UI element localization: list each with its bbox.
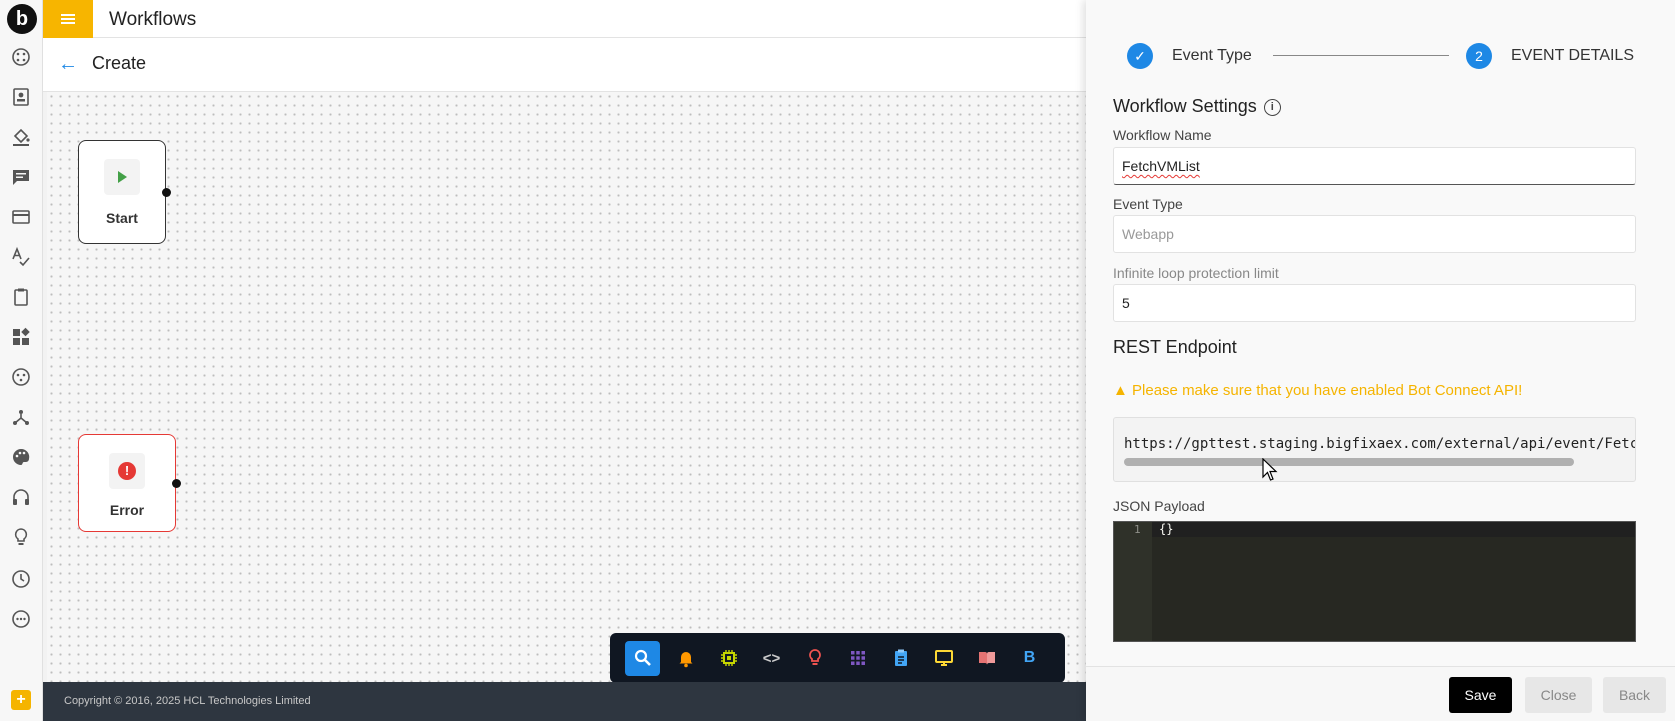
chat-icon[interactable] [10,166,32,188]
monitor-icon[interactable] [926,641,961,676]
chip-icon[interactable] [711,641,746,676]
b-icon[interactable]: B [1012,641,1047,676]
step-label: Event Type [1172,47,1252,64]
network-icon[interactable] [10,406,32,428]
card-icon[interactable] [10,206,32,228]
back-arrow-icon[interactable]: ← [58,53,78,76]
workflow-canvas[interactable]: Start ! Error [47,92,1088,682]
spellcheck-icon[interactable] [10,246,32,268]
error-node[interactable]: ! Error [78,434,181,532]
start-output-port[interactable] [162,188,171,197]
workflow-settings-title: Workflow Settings i [1113,96,1281,117]
hamburger-icon [61,14,75,24]
paint-bucket-icon[interactable] [10,126,32,148]
save-button[interactable]: Save [1449,677,1512,713]
clock-icon[interactable] [10,568,32,590]
footer: Copyright © 2016, 2025 HCL Technologies … [43,682,1088,721]
json-payload-label: JSON Payload [1113,498,1205,514]
menu-button[interactable] [43,0,93,38]
loop-limit-label: Infinite loop protection limit [1113,265,1279,281]
more-circle-icon[interactable] [10,608,32,630]
logo-icon[interactable]: b [7,4,37,34]
info-icon[interactable]: i [1263,98,1281,116]
widgets-icon[interactable] [10,326,32,348]
book-icon[interactable] [969,641,1004,676]
search-icon[interactable] [625,640,660,676]
step-event-details[interactable]: 2 EVENT DETAILS [1466,43,1634,69]
editor-active-line [1152,522,1635,537]
play-icon [104,159,140,195]
bulb-icon[interactable] [797,641,832,676]
left-rail: b + [0,0,43,721]
loop-limit-input[interactable]: 5 [1113,284,1636,322]
endpoint-url-box[interactable]: https://gpttest.staging.bigfixaex.com/ex… [1113,417,1636,482]
error-icon: ! [109,453,145,489]
palette-dots-icon[interactable] [10,366,32,388]
bot-connect-warning: ▲ Please make sure that you have enabled… [1113,382,1522,399]
json-payload-editor[interactable]: 1 {} [1113,521,1636,642]
start-node-label: Start [106,210,138,226]
rest-endpoint-title: REST Endpoint [1113,337,1237,357]
warning-icon: ▲ [1113,382,1128,399]
page-title: Create [92,53,147,73]
back-button[interactable]: Back [1603,677,1666,713]
app-title: Workflows [109,9,197,30]
endpoint-url: https://gpttest.staging.bigfixaex.com/ex… [1124,436,1635,452]
step-event-type[interactable]: ✓ Event Type [1127,43,1252,69]
dashboard-icon[interactable] [10,46,32,68]
error-output-port[interactable] [172,479,181,488]
mouse-cursor-icon [1262,458,1278,481]
event-type-input: Webapp [1113,215,1636,253]
workflow-name-label: Workflow Name [1113,127,1212,143]
contact-icon[interactable] [10,86,32,108]
bell-icon[interactable] [668,641,703,676]
code-icon[interactable]: <> [754,641,789,676]
step-number: 2 [1466,43,1492,69]
lightbulb-icon[interactable] [10,526,32,548]
workflow-name-input[interactable]: FetchVMList [1113,147,1636,185]
add-icon[interactable]: + [11,690,31,710]
copyright-text: Copyright © 2016, 2025 HCL Technologies … [64,695,311,707]
json-code: {} [1159,522,1174,536]
event-type-label: Event Type [1113,196,1183,212]
error-node-label: Error [109,502,145,518]
stepper-connector [1273,55,1449,56]
grid-icon[interactable] [840,641,875,676]
node-toolbar: <> B [610,633,1065,683]
start-node[interactable]: Start [78,140,171,244]
line-number: 1 [1134,523,1141,536]
clipboard-icon[interactable] [883,641,918,676]
check-icon: ✓ [1127,43,1153,69]
sub-header: ← Create [43,38,1088,92]
warning-text: Please make sure that you have enabled B… [1132,382,1523,399]
headset-icon[interactable] [10,486,32,508]
horizontal-scrollbar[interactable] [1124,458,1574,466]
close-button[interactable]: Close [1525,677,1592,713]
step-label: EVENT DETAILS [1511,47,1634,64]
palette-icon[interactable] [10,446,32,468]
clipboard-icon[interactable] [10,286,32,308]
event-details-panel: ✓ Event Type 2 EVENT DETAILS Workflow Se… [1086,0,1675,721]
panel-footer: Save Close Back [1086,666,1675,721]
editor-gutter [1114,522,1152,641]
